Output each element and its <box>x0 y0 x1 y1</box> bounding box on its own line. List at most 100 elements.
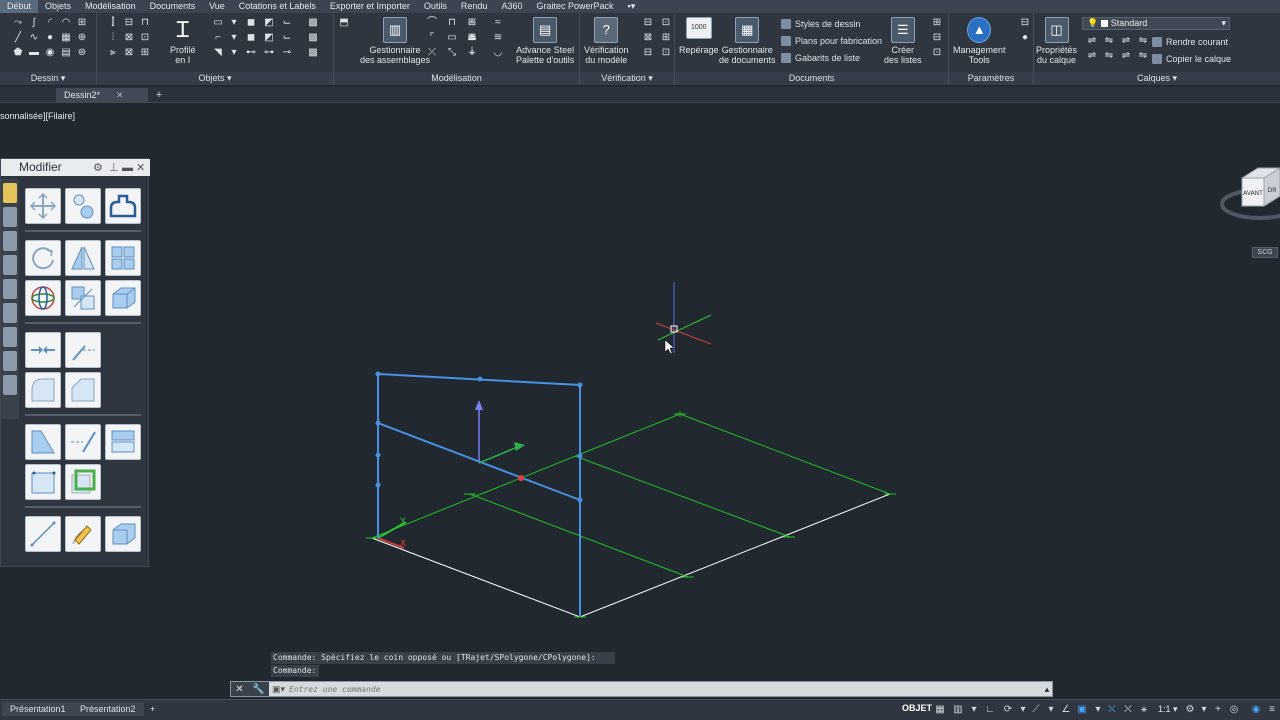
offset-icon <box>109 194 137 218</box>
palette-tab-8[interactable] <box>3 351 17 371</box>
extend-tool-button[interactable] <box>65 332 101 368</box>
measure-tool-button[interactable] <box>25 516 61 552</box>
cube-array-icon <box>112 287 136 309</box>
rotate-icon <box>32 247 54 270</box>
rotate-tool-button[interactable] <box>25 240 61 276</box>
command-history: Commande: Spécifiez le coin opposé ou [T… <box>271 652 616 678</box>
fillet-tool-button[interactable] <box>25 372 61 408</box>
measure-icon <box>30 521 56 547</box>
palette-tab-6[interactable] <box>3 303 17 323</box>
annotation-visibility-icon[interactable]: ⛌ <box>1106 704 1118 716</box>
copy-tool-button[interactable] <box>65 188 101 224</box>
ortho-icon[interactable]: ∟ <box>984 704 996 716</box>
isolate-icon[interactable]: ◎ <box>1228 704 1240 716</box>
isodraft-icon[interactable]: ⟋ <box>1030 704 1042 716</box>
array3d-tool-button[interactable] <box>105 280 141 316</box>
align-tool-button[interactable] <box>105 424 141 460</box>
palette-title: Modifier <box>19 160 62 174</box>
chevron-up-icon[interactable]: ▲ <box>1042 685 1052 694</box>
palette-tab-7[interactable] <box>3 327 17 347</box>
mouse-cursor-icon <box>664 339 675 355</box>
grid-markers <box>366 411 896 618</box>
pedit-tool-button[interactable] <box>65 464 101 500</box>
palette-separator <box>25 506 141 508</box>
chevron-down-icon[interactable]: ▾ <box>1092 704 1104 716</box>
palette-title-bar[interactable]: Modifier ⚙ ⊥ ▬ ✕ <box>1 159 150 176</box>
array-tool-button[interactable] <box>105 240 141 276</box>
osnap-icon[interactable]: ▣ <box>1076 704 1088 716</box>
close-icon[interactable]: ✕ <box>136 160 145 177</box>
align-icon <box>111 430 135 453</box>
mirror-icon <box>71 246 95 270</box>
palette-separator <box>25 322 141 324</box>
stretch-icon <box>31 430 55 454</box>
rotate-3d-icon <box>31 286 55 310</box>
annotation-scale[interactable]: 1:1 ▾ <box>1158 704 1178 715</box>
edit-spline-tool-button[interactable] <box>65 516 101 552</box>
snap-icon[interactable]: ▥ <box>952 704 964 716</box>
chevron-down-icon[interactable]: ▾ <box>1198 704 1210 716</box>
annotation-scale-icon[interactable]: ⚹ <box>1138 704 1150 716</box>
otrack-icon[interactable]: ∠ <box>1060 704 1072 716</box>
gizmo-z-arrow[interactable] <box>475 400 483 410</box>
offset-tool-button[interactable] <box>105 188 141 224</box>
lengthen-tool-button[interactable] <box>65 424 101 460</box>
wcs-menu[interactable]: SCG <box>1252 247 1278 258</box>
chevron-down-icon[interactable]: ▾ <box>968 704 980 716</box>
model-space[interactable]: Y X <box>0 0 1280 720</box>
chamfer-tool-button[interactable] <box>65 372 101 408</box>
viewcube-graphic: AVANT DR <box>1220 167 1280 220</box>
palette-tab-1[interactable] <box>3 183 17 203</box>
gizmo-x-handle[interactable] <box>518 475 524 481</box>
move-icon <box>29 192 57 220</box>
polar-icon[interactable]: ⟳ <box>1002 704 1014 716</box>
add-layout-button[interactable]: + <box>142 702 163 716</box>
stretch-tool-button[interactable] <box>25 424 61 460</box>
plus-icon[interactable]: + <box>1212 704 1224 716</box>
command-prompt-icon[interactable]: ▣▾ <box>269 684 285 695</box>
break-tool-button[interactable] <box>25 332 61 368</box>
viewcube[interactable]: AVANT DR <box>1220 156 1280 226</box>
grid-icon[interactable]: ▦ <box>934 704 946 716</box>
divide-tool-button[interactable] <box>25 464 61 500</box>
palette-side-tabs <box>1 179 19 419</box>
layout-tab-presentation2[interactable]: Présentation2 <box>72 702 144 716</box>
scale-tool-button[interactable] <box>65 280 101 316</box>
layout-tab-presentation1[interactable]: Présentation1 <box>2 702 74 716</box>
palette-tab-3[interactable] <box>3 231 17 251</box>
gear-icon[interactable]: ⚙ <box>93 160 103 177</box>
palette-tab-2[interactable] <box>3 207 17 227</box>
autocad-window: Début Objets Modélisation Documents Vue Cotat… <box>0 0 1280 720</box>
palette-tab-5[interactable] <box>3 279 17 299</box>
move-tool-button[interactable] <box>25 188 61 224</box>
modifier-palette: Modifier ⚙ ⊥ ▬ ✕ <box>0 158 150 567</box>
add-layout-label: + <box>150 704 156 714</box>
pin-icon[interactable]: ⊥ <box>109 160 119 177</box>
gear-icon[interactable]: ⚙ <box>1184 704 1196 716</box>
gizmo-y[interactable] <box>478 445 521 464</box>
copy-icon <box>73 194 94 219</box>
break-icon <box>31 346 55 354</box>
chevron-down-icon[interactable]: ▾ <box>1045 704 1057 716</box>
gizmo-y-arrow[interactable] <box>514 442 525 451</box>
mirror-tool-button[interactable] <box>65 240 101 276</box>
command-history-line: Commande: Spécifiez le coin opposé ou [T… <box>271 652 615 664</box>
palette-tab-9[interactable] <box>3 375 17 395</box>
hardware-acceleration-icon[interactable]: ◉ <box>1250 704 1262 716</box>
autoscale-icon[interactable]: ⛌ <box>1122 704 1134 716</box>
rotate3d-tool-button[interactable] <box>25 280 61 316</box>
command-input[interactable] <box>285 682 1042 696</box>
palette-tab-4[interactable] <box>3 255 17 275</box>
layout-tab-label: Présentation1 <box>10 704 66 714</box>
model-space-toggle[interactable]: OBJET <box>902 703 932 713</box>
solid-edit-tool-button[interactable] <box>105 516 141 552</box>
chevron-down-icon[interactable]: ▾ <box>1017 704 1029 716</box>
pedit-icon <box>71 469 96 494</box>
crosshair-x-line <box>655 322 712 345</box>
solid-edit-icon <box>112 523 136 545</box>
palette-separator <box>25 414 141 416</box>
customize-icon[interactable]: ≡ <box>1266 704 1278 716</box>
close-icon[interactable]: ✕ <box>235 684 243 695</box>
minimize-icon[interactable]: ▬ <box>122 160 133 177</box>
wrench-icon[interactable]: 🔧 <box>252 684 264 695</box>
